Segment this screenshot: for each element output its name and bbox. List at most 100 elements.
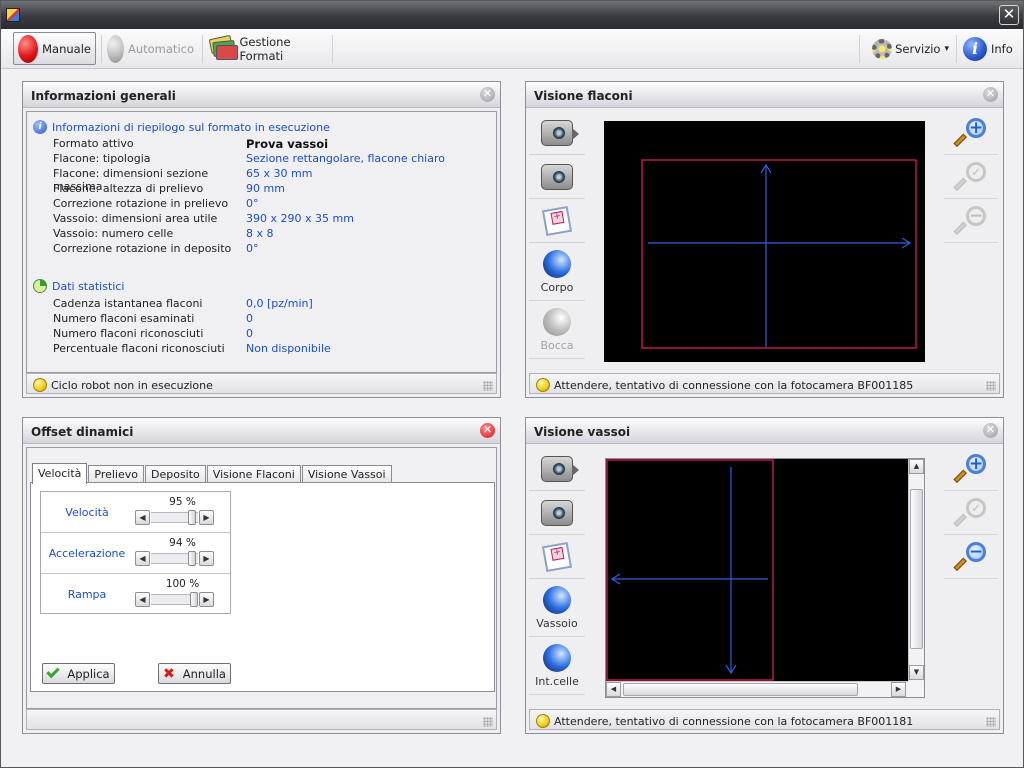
offset-label: Accelerazione [48, 547, 126, 560]
panel-title: Visione flaconi [534, 89, 633, 103]
acceleration-slider[interactable]: ◀ ▶ [135, 551, 214, 566]
snapshot-button[interactable] [529, 199, 585, 243]
zoom-in-button[interactable]: + [944, 111, 998, 155]
close-icon[interactable]: ✕ [480, 423, 495, 438]
ramp-slider[interactable]: ◀ ▶ [135, 592, 214, 607]
zoom-in-button[interactable]: + [944, 447, 998, 491]
close-icon[interactable]: ✕ [480, 87, 495, 102]
red-x-icon: ✖ [163, 665, 175, 682]
statistics-section: Dati statistici [33, 279, 124, 293]
increase-arrow-icon[interactable]: ▶ [199, 510, 214, 525]
status-bar: Attendere, tentativo di connessione con … [529, 373, 1000, 394]
zoom-out-button[interactable]: − [944, 199, 998, 243]
bocca-button[interactable]: Bocca [529, 301, 585, 359]
dynamic-offset-body: Velocità Prelievo Deposito Visione Flaco… [26, 447, 497, 709]
video-camera-icon [541, 455, 579, 482]
stat-label: Numero flaconi esaminati [53, 312, 195, 325]
offset-value: 94 % [169, 537, 196, 549]
bottle-camera-view[interactable] [604, 121, 925, 362]
photo-camera-button[interactable] [529, 155, 585, 199]
scroll-down-arrow-icon[interactable]: ▼ [909, 665, 924, 680]
video-camera-button[interactable] [529, 111, 585, 155]
scroll-left-arrow-icon[interactable]: ◀ [606, 682, 621, 697]
service-menu-button[interactable]: Servizio ▾ [863, 32, 953, 65]
manual-mode-label: Manuale [42, 41, 91, 56]
offset-value: 95 % [169, 496, 196, 508]
info-value: 390 x 290 x 35 mm [246, 212, 354, 225]
title-bar: ✕ [1, 1, 1023, 29]
scroll-up-arrow-icon[interactable]: ▲ [909, 459, 924, 474]
gear-icon [867, 36, 892, 62]
info-label: Flacone: tipologia [53, 152, 151, 165]
velocity-slider[interactable]: ◀ ▶ [135, 510, 214, 525]
intcelle-button[interactable]: Int.celle [529, 637, 585, 695]
slider-thumb[interactable] [187, 551, 196, 566]
toolbar-separator [956, 35, 957, 63]
increase-arrow-icon[interactable]: ▶ [199, 551, 214, 566]
automatic-mode-label: Automatico [127, 41, 194, 56]
info-row: Flacone: dimensioni sezione massima 65 x … [53, 167, 493, 193]
photo-camera-button[interactable] [529, 491, 585, 535]
resize-grip-icon[interactable] [986, 717, 996, 727]
yellow-status-led-icon [536, 714, 550, 728]
tray-camera-view[interactable] [606, 459, 908, 681]
tray-zoom-toolbar: + ✓ − [944, 447, 998, 579]
scroll-right-arrow-icon[interactable]: ▶ [891, 682, 906, 697]
corpo-button[interactable]: Corpo [529, 243, 585, 301]
tray-vision-header: Visione vassoi ✕ [526, 418, 1003, 444]
zoom-fit-icon: ✓ [953, 161, 986, 192]
resize-grip-icon[interactable] [483, 717, 493, 727]
window-close-button[interactable]: ✕ [999, 5, 1019, 25]
corpo-label: Corpo [540, 280, 574, 294]
velocity-tab-page: Velocità 95 % ◀ ▶ Accelerazione 94 % ◀ ▶… [30, 482, 495, 692]
decrease-arrow-icon[interactable]: ◀ [135, 551, 150, 566]
increase-arrow-icon[interactable]: ▶ [199, 592, 214, 607]
info-row: Flacone: tipologia Sezione rettangolare, … [53, 152, 493, 167]
format-manager-button[interactable]: Gestione Formati [204, 32, 328, 65]
decrease-arrow-icon[interactable]: ◀ [135, 510, 150, 525]
zoom-fit-button[interactable]: ✓ [944, 491, 998, 535]
snapshot-button[interactable] [529, 535, 585, 579]
zoom-fit-button[interactable]: ✓ [944, 155, 998, 199]
bottle-vision-panel: Visione flaconi ✕ Corpo Bocca + ✓ − [525, 81, 1004, 398]
info-label: Info [991, 41, 1013, 56]
bocca-label: Bocca [540, 338, 574, 352]
stat-row: Numero flaconi esaminati 0 [53, 312, 493, 327]
resize-grip-icon[interactable] [986, 381, 996, 391]
general-info-body: i Informazioni di riepilogo sul formato … [26, 111, 497, 373]
decrease-arrow-icon[interactable]: ◀ [135, 592, 150, 607]
offset-label: Velocità [65, 506, 109, 519]
panel-title: Offset dinamici [31, 425, 134, 439]
slider-thumb[interactable] [188, 510, 197, 525]
blue-orb-icon [543, 249, 571, 278]
automatic-mode-button[interactable]: Automatico [103, 32, 198, 65]
offset-label: Rampa [67, 588, 107, 601]
status-text: Attendere, tentativo di connessione con … [554, 714, 914, 728]
manual-mode-button[interactable]: Manuale [13, 32, 96, 65]
info-value: 90 mm [246, 182, 285, 195]
vassoio-button[interactable]: Vassoio [529, 579, 585, 637]
cancel-button[interactable]: ✖ Annulla [158, 663, 231, 684]
tab-velocita[interactable]: Velocità [32, 463, 88, 484]
tray-vision-sidebar: Vassoio Int.celle [529, 447, 585, 695]
video-camera-icon [541, 119, 579, 146]
horizontal-scrollbar[interactable]: ◀ ▶ [606, 681, 908, 697]
info-button[interactable]: i Info [959, 32, 1019, 65]
scroll-thumb[interactable] [910, 489, 923, 649]
stat-label: Cadenza istantanea flaconi [53, 297, 203, 310]
offset-row: Velocità 95 % ◀ ▶ [41, 492, 230, 533]
close-icon[interactable]: ✕ [983, 87, 998, 102]
apply-button[interactable]: Applica [42, 663, 115, 684]
scroll-thumb[interactable] [623, 683, 858, 696]
close-icon[interactable]: ✕ [983, 423, 998, 438]
status-text: Attendere, tentativo di connessione con … [554, 378, 914, 392]
toolbar-separator [101, 35, 102, 63]
vertical-scrollbar[interactable]: ▲ ▼ [908, 459, 924, 681]
slider-thumb[interactable] [190, 592, 198, 607]
zoom-out-button[interactable]: − [944, 535, 998, 579]
info-label: Vassoio: dimensioni area utile [53, 212, 218, 225]
resize-grip-icon[interactable] [483, 381, 493, 391]
tray-overlay [606, 459, 774, 681]
status-bar [26, 709, 497, 730]
video-camera-button[interactable] [529, 447, 585, 491]
